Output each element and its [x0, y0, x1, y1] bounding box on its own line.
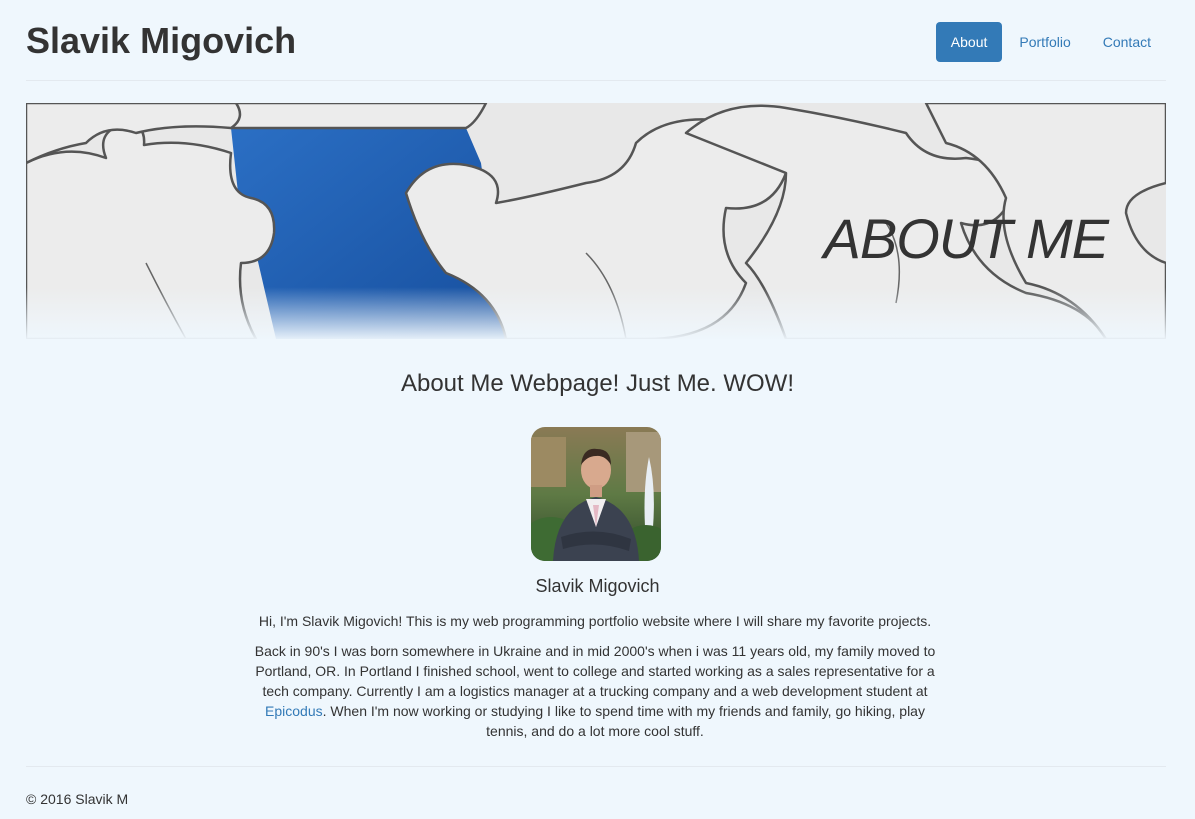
- site-title: Slavik Migovich: [26, 20, 297, 61]
- page: Slavik Migovich About Portfolio Contact: [0, 0, 1195, 819]
- main-content: About Me Webpage! Just Me. WOW! Slavik M…: [0, 360, 1195, 739]
- footer-copyright: © 2016 Slavik M: [26, 791, 129, 807]
- bio-intro: Hi, I'm Slavik Migovich! This is my web …: [258, 613, 932, 629]
- epicodus-link[interactable]: Epicodus: [265, 703, 323, 719]
- profile-name: Slavik Migovich: [535, 576, 660, 596]
- bio-text-part2: . When I'm now working or studying I lik…: [322, 703, 925, 739]
- bio-text-part1: Back in 90's I was born somewhere in Ukr…: [254, 643, 936, 699]
- header: Slavik Migovich About Portfolio Contact: [26, 0, 1166, 81]
- hero-banner: ABOUT ME: [26, 103, 1166, 339]
- profile-photo: [531, 427, 661, 561]
- footer: © 2016 Slavik M: [26, 766, 1166, 819]
- hero-title: ABOUT ME: [823, 207, 1109, 270]
- page-heading: About Me Webpage! Just Me. WOW!: [400, 370, 795, 397]
- bio: Hi, I'm Slavik Migovich! This is my web …: [250, 611, 940, 751]
- bio-paragraph: Back in 90's I was born somewhere in Ukr…: [250, 641, 940, 741]
- nav-about-link[interactable]: About: [935, 22, 1003, 62]
- main-nav: About Portfolio Contact: [935, 22, 1166, 62]
- avatar: [531, 427, 661, 561]
- nav-portfolio-link[interactable]: Portfolio: [1004, 22, 1085, 62]
- nav-contact-link[interactable]: Contact: [1088, 22, 1166, 62]
